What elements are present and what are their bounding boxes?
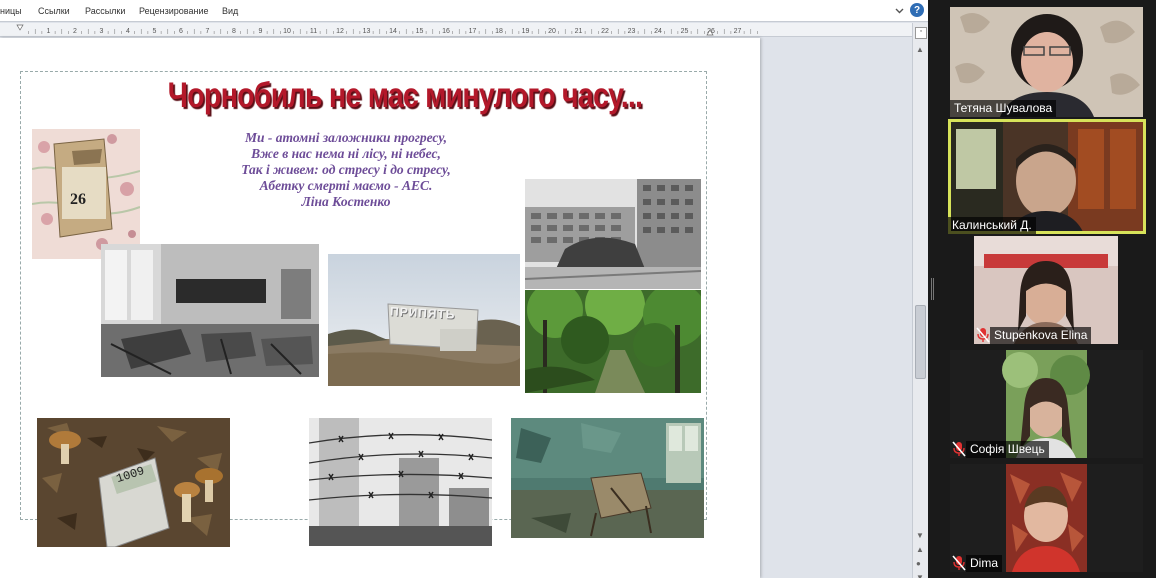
ruler-label: 16 [442, 28, 450, 35]
barbed-wire-photo [309, 418, 492, 546]
ruler-label: 4 [126, 28, 130, 35]
ruler-label: 8 [232, 28, 236, 35]
tab-review[interactable]: Рецензирование [139, 6, 209, 16]
next-page-icon[interactable]: ▼ [916, 573, 924, 578]
ruler-label: 19 [522, 28, 530, 35]
video-participants-panel: Тетяна Шувалова Калинський Д. Stupenkova… [938, 0, 1156, 578]
participant-tile[interactable]: Stupenkova Elina [974, 236, 1118, 344]
wallpaper-pattern [32, 129, 140, 259]
prev-page-icon[interactable]: ▲ [916, 545, 924, 554]
scroll-up-arrow[interactable]: ▲ [916, 45, 924, 54]
mic-off-icon [952, 555, 966, 571]
tab-view[interactable]: Вид [222, 6, 238, 16]
ruler-label: 24 [654, 28, 662, 35]
ruler-label: 1 [47, 28, 51, 35]
participant-name: Калинський Д. [948, 217, 1036, 234]
mic-off-icon [952, 441, 966, 457]
slide-frame[interactable]: Чорнобиль не має минулого часу... Ми - а… [20, 71, 707, 547]
pripyat-sign-photo: ПРИПЯТЬ [328, 254, 520, 386]
ruler-label: 20 [548, 28, 556, 35]
poem-line: Ми - атомні заложники прогресу, [244, 130, 448, 145]
participant-tile[interactable]: Софія Швець [950, 350, 1143, 458]
ruler-label: 11 [310, 28, 317, 35]
ruler-label: 2 [73, 28, 77, 35]
ruler-label: 9 [259, 28, 263, 35]
poem-line: Так і живем: од стресу і до стресу, [241, 162, 451, 177]
tab-page-layout[interactable]: ницы [0, 6, 22, 16]
poem-line: Вже в нас нема ні лісу, ні небес, [251, 146, 441, 161]
ruler-label: 18 [495, 28, 503, 35]
ruler-label: 12 [336, 28, 344, 35]
ruler-label: 23 [628, 28, 636, 35]
ruler-label: 17 [469, 28, 477, 35]
participant-name: Dima [966, 555, 1003, 572]
select-browse-object-icon[interactable]: ● [916, 559, 921, 568]
ruler-label: 25 [681, 28, 689, 35]
poem-author: Ліна Костенко [301, 194, 391, 209]
abandoned-classroom-photo [101, 244, 319, 377]
participant-name: Тетяна Шувалова [950, 100, 1057, 117]
ruler-label: 27 [734, 28, 742, 35]
mic-off-icon [976, 327, 990, 343]
ruler-label: 14 [389, 28, 397, 35]
mushrooms-dosimeter-photo: 1009 [37, 418, 230, 547]
ruler-label: 21 [575, 28, 583, 35]
poem-line: Абетку смерті маємо - АЕС. [259, 178, 433, 193]
poem-text: Ми - атомні заложники прогресу, Вже в на… [201, 130, 491, 210]
document-area[interactable]: Чорнобиль не має минулого часу... Ми - а… [0, 38, 912, 578]
ruler-label: 6 [179, 28, 183, 35]
scrollbar-thumb[interactable] [915, 304, 926, 379]
ruler-toggle-icon[interactable]: ▫ [915, 27, 927, 39]
panel-resize-handle[interactable] [931, 278, 934, 300]
slide-title: Чорнобиль не має минулого часу... [167, 76, 643, 115]
participant-tile-active[interactable]: Калинський Д. [948, 119, 1146, 234]
vertical-scrollbar[interactable]: ▫ ▲ ▼ ▲ ● ▼ [912, 23, 928, 578]
scroll-down-arrow[interactable]: ▼ [916, 531, 924, 540]
participant-tile[interactable]: Тетяна Шувалова [950, 7, 1143, 117]
help-icon[interactable]: ? [910, 3, 924, 17]
ruler-label: 10 [283, 28, 291, 35]
tab-references[interactable]: Ссылки [38, 6, 70, 16]
indent-marker[interactable] [16, 24, 24, 31]
participant-name: Stupenkova Elina [990, 327, 1092, 344]
ruler-label: 22 [601, 28, 609, 35]
tab-mailings[interactable]: Рассылки [85, 6, 125, 16]
ruler-label: 15 [416, 28, 424, 35]
participant-name: Софія Швець [966, 441, 1049, 458]
ruler-label: 13 [363, 28, 371, 35]
ruler-label: 5 [153, 28, 157, 35]
ruler-ticks: 1 2 3 4 5 6 7 8 9 10 11 12 13 14 15 16 17 18 19 20 21 22 23 24 2… [16, 24, 758, 36]
document-page[interactable]: Чорнобиль не має минулого часу... Ми - а… [0, 38, 760, 578]
calendar-photo: 26 [32, 129, 140, 259]
word-window: ницы Ссылки Рассылки Рецензирование Вид … [0, 0, 928, 578]
ruler-label: 3 [100, 28, 104, 35]
horizontal-ruler[interactable]: 1 2 3 4 5 6 7 8 9 10 11 12 13 14 15 16 17 18 19 20 21 22 23 24 2… [0, 23, 912, 37]
overgrown-forest-photo [525, 290, 701, 393]
participant-tile[interactable]: Dima [950, 464, 1143, 572]
ribbon-tabs: ницы Ссылки Рассылки Рецензирование Вид … [0, 0, 928, 22]
ruler-label: 7 [206, 28, 210, 35]
chevron-down-icon[interactable] [892, 3, 906, 17]
abandoned-room-photo [511, 418, 704, 538]
screen: ницы Ссылки Рассылки Рецензирование Вид … [0, 0, 1156, 578]
apartment-blocks-photo [525, 179, 701, 289]
calendar-day: 26 [70, 191, 86, 208]
